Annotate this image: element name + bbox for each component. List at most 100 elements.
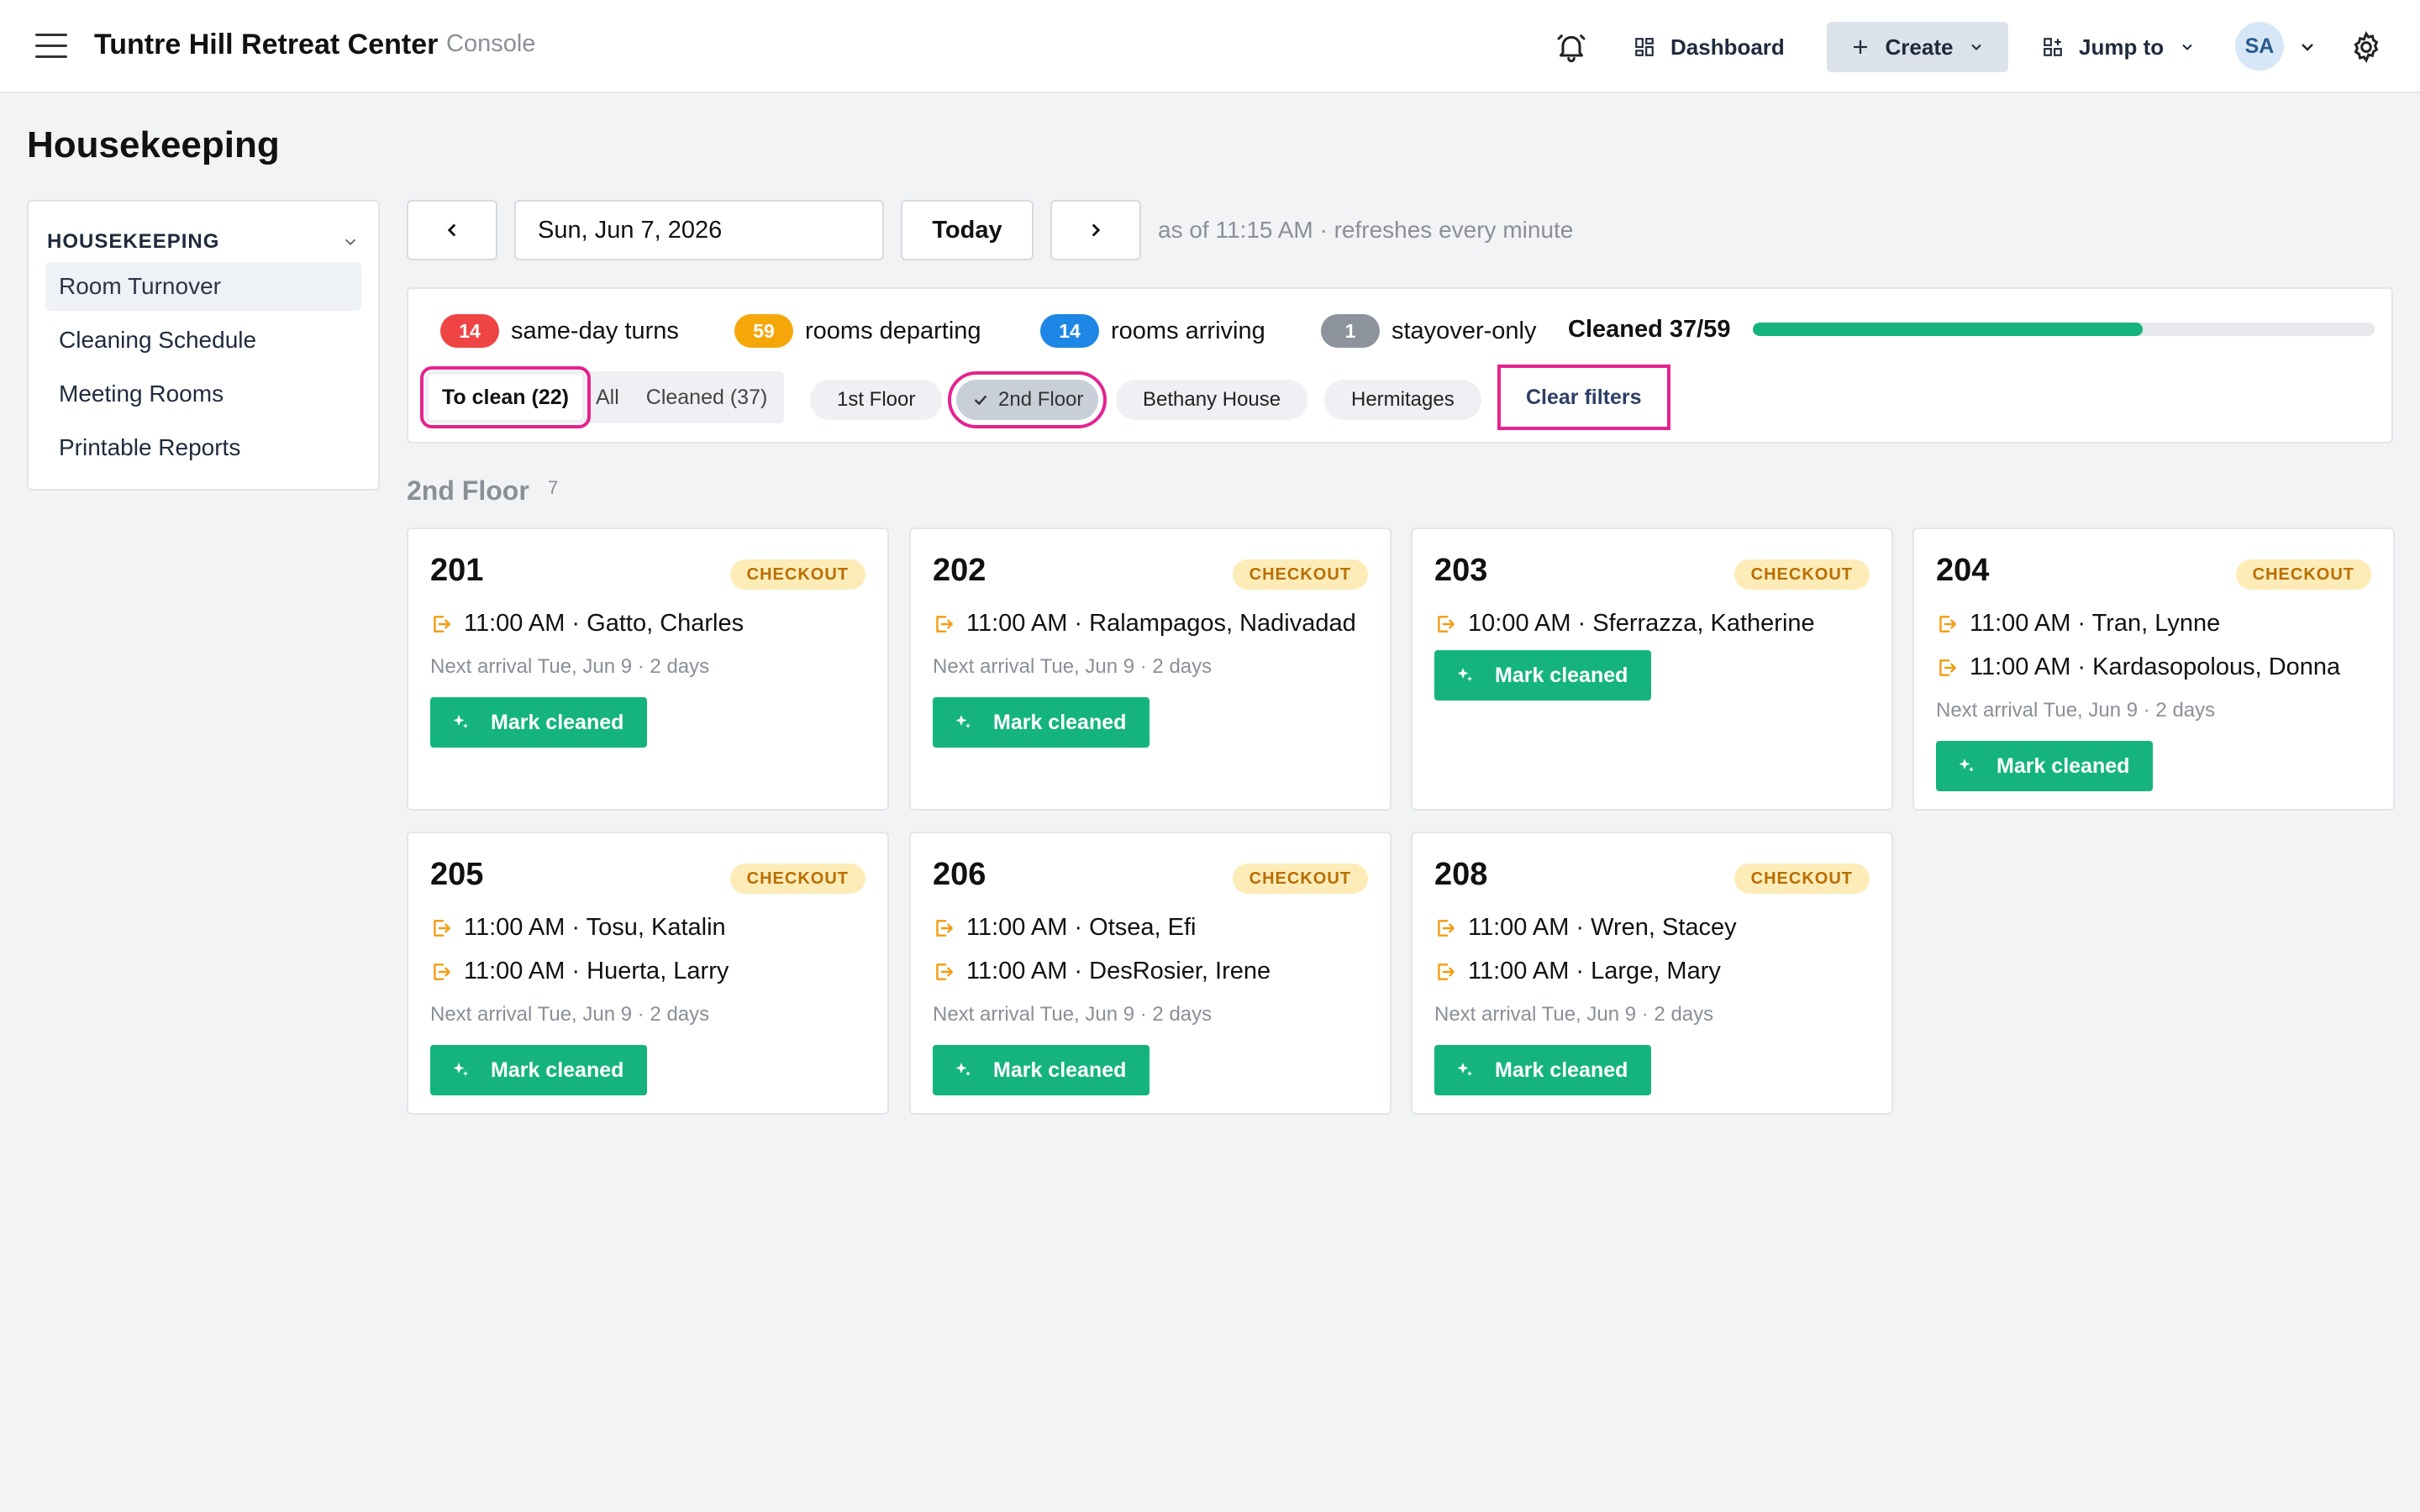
count-badge: 14	[1040, 314, 1099, 348]
guest-departure-text: 10:00 AM · Sferrazza, Katherine	[1468, 610, 1815, 637]
sidebar-item-meeting-rooms[interactable]: Meeting Rooms	[45, 370, 361, 418]
next-arrival: Next arrival Tue, Jun 9 · 2 days	[1936, 699, 2216, 722]
chip-label: 2nd Floor	[998, 388, 1084, 411]
exit-icon	[434, 963, 450, 980]
sparkle-icon	[453, 1063, 468, 1076]
sparkle-icon	[1959, 759, 1974, 772]
guest-departure: 11:00 AM · Tosu, Katalin	[430, 914, 726, 942]
exit-icon	[936, 919, 953, 937]
dashboard-label: Dashboard	[1670, 34, 1785, 60]
sparkle-icon	[1457, 668, 1472, 681]
chevron-down-icon	[2182, 44, 2192, 50]
room-number: 201	[430, 553, 484, 588]
stat-rooms-arriving: 14 rooms arriving	[1040, 314, 1265, 348]
summary-panel: 14 same-day turns 59 rooms departing 14 …	[407, 287, 2393, 444]
checkout-badge: CHECKOUT	[729, 864, 865, 894]
stat-label: stayover-only	[1392, 317, 1537, 344]
exit-icon	[1939, 659, 1956, 676]
jump-to-button[interactable]: Jump to	[2042, 22, 2196, 72]
previous-day-button[interactable]	[407, 200, 497, 260]
guest-departure: 10:00 AM · Sferrazza, Katherine	[1434, 610, 1815, 638]
exit-icon	[1438, 615, 1455, 633]
mark-cleaned-button[interactable]: Mark cleaned	[1434, 1045, 1651, 1095]
room-number: 203	[1434, 553, 1488, 588]
stat-label: rooms departing	[805, 317, 981, 344]
checkout-badge: CHECKOUT	[1232, 559, 1368, 590]
next-arrival: Next arrival Tue, Jun 9 · 2 days	[1434, 1003, 1714, 1026]
chevron-right-icon	[1092, 223, 1101, 237]
next-day-button[interactable]	[1050, 200, 1141, 260]
guest-departure-text: 11:00 AM · Wren, Stacey	[1468, 914, 1737, 941]
sparkle-icon	[453, 715, 468, 728]
mark-cleaned-label: Mark cleaned	[993, 1058, 1127, 1082]
stat-rooms-departing: 59 rooms departing	[734, 314, 981, 348]
menu-icon[interactable]	[35, 34, 67, 59]
today-button[interactable]: Today	[901, 200, 1034, 260]
count-badge: 59	[734, 314, 793, 348]
date-input[interactable]: Sun, Jun 7, 2026	[514, 200, 884, 260]
room-card: 206 CHECKOUT 11:00 AM · Otsea, Efi 11:00 AM…	[909, 832, 1392, 1115]
guest-departure-text: 11:00 AM · Tran, Lynne	[1970, 610, 2221, 637]
stat-same-day-turns: 14 same-day turns	[440, 314, 679, 348]
avatar[interactable]: SA	[2235, 22, 2284, 71]
mark-cleaned-button[interactable]: Mark cleaned	[933, 697, 1150, 748]
stat-stayover-only: 1 stayover-only	[1321, 314, 1536, 348]
clear-filters-button[interactable]: Clear filters	[1497, 365, 1670, 430]
chip-bethany-house[interactable]: Bethany House	[1116, 380, 1308, 420]
sidebar-section-header[interactable]: HOUSEKEEPING	[45, 230, 361, 254]
sparkle-icon	[955, 1063, 971, 1076]
exit-icon	[1438, 919, 1455, 937]
chip-hermitages[interactable]: Hermitages	[1324, 380, 1481, 420]
room-card: 202 CHECKOUT 11:00 AM · Ralampagos, Nadiva…	[909, 528, 1392, 811]
guest-departure-text: 11:00 AM · DesRosier, Irene	[966, 958, 1271, 984]
next-arrival: Next arrival Tue, Jun 9 · 2 days	[430, 1003, 710, 1026]
refresh-status: as of 11:15 AM · refreshes every minute	[1158, 217, 1574, 243]
dashboard-button[interactable]: Dashboard	[1634, 22, 1785, 72]
sidebar-item-cleaning-schedule[interactable]: Cleaning Schedule	[45, 316, 361, 365]
mark-cleaned-label: Mark cleaned	[491, 710, 624, 734]
mark-cleaned-label: Mark cleaned	[491, 1058, 624, 1082]
chevron-down-icon[interactable]	[2297, 37, 2317, 57]
checkout-badge: CHECKOUT	[1733, 559, 1870, 590]
mark-cleaned-button[interactable]: Mark cleaned	[430, 1045, 647, 1095]
guest-departure: 11:00 AM · DesRosier, Irene	[933, 958, 1270, 985]
chip-2nd-floor[interactable]: 2nd Floor	[947, 371, 1107, 428]
mark-cleaned-button[interactable]: Mark cleaned	[430, 697, 647, 748]
exit-icon	[936, 963, 953, 980]
room-card: 204 CHECKOUT 11:00 AM · Tran, Lynne 11:00 A…	[1912, 528, 2395, 811]
sidebar-item-printable-reports[interactable]: Printable Reports	[45, 423, 361, 472]
guest-departure-text: 11:00 AM · Kardasopolous, Donna	[1970, 654, 2341, 680]
sidebar: HOUSEKEEPING Room Turnover Cleaning Sche…	[27, 200, 380, 491]
mark-cleaned-label: Mark cleaned	[1996, 753, 2130, 778]
check-icon	[974, 395, 987, 406]
sidebar-item-room-turnover[interactable]: Room Turnover	[45, 262, 361, 311]
mark-cleaned-button[interactable]: Mark cleaned	[1434, 650, 1651, 701]
tab-all[interactable]: All	[582, 375, 633, 420]
exit-icon	[936, 615, 953, 633]
guest-departure: 11:00 AM · Huerta, Larry	[430, 958, 729, 985]
next-arrival: Next arrival Tue, Jun 9 · 2 days	[430, 655, 710, 678]
exit-icon	[434, 615, 450, 633]
sparkle-icon	[955, 715, 971, 728]
app-title: Tuntre Hill Retreat Center	[94, 29, 439, 60]
room-card: 203 CHECKOUT 10:00 AM · Sferrazza, Katheri…	[1411, 528, 1893, 811]
create-label: Create	[1885, 34, 1954, 60]
tab-cleaned[interactable]: Cleaned (37)	[633, 375, 781, 420]
checkout-badge: CHECKOUT	[1733, 864, 1870, 894]
mark-cleaned-label: Mark cleaned	[993, 710, 1127, 734]
guest-departure: 11:00 AM · Ralampagos, Nadivadad	[933, 610, 1356, 638]
guest-departure: 11:00 AM · Wren, Stacey	[1434, 914, 1737, 942]
cleaned-progress-bar	[1753, 323, 2375, 336]
gear-icon[interactable]	[2349, 30, 2383, 64]
mark-cleaned-button[interactable]: Mark cleaned	[1936, 741, 2153, 791]
guest-departure: 11:00 AM · Otsea, Efi	[933, 914, 1196, 942]
chip-1st-floor[interactable]: 1st Floor	[810, 380, 943, 420]
create-button[interactable]: Create	[1827, 22, 2008, 72]
mark-cleaned-label: Mark cleaned	[1495, 663, 1628, 687]
sparkle-icon	[1457, 1063, 1472, 1076]
mark-cleaned-button[interactable]: Mark cleaned	[933, 1045, 1150, 1095]
bell-icon[interactable]	[1555, 30, 1588, 64]
count-badge: 14	[440, 314, 499, 348]
tab-to-clean[interactable]: To clean (22)	[420, 366, 591, 428]
group-title: 2nd Floor	[407, 475, 529, 506]
